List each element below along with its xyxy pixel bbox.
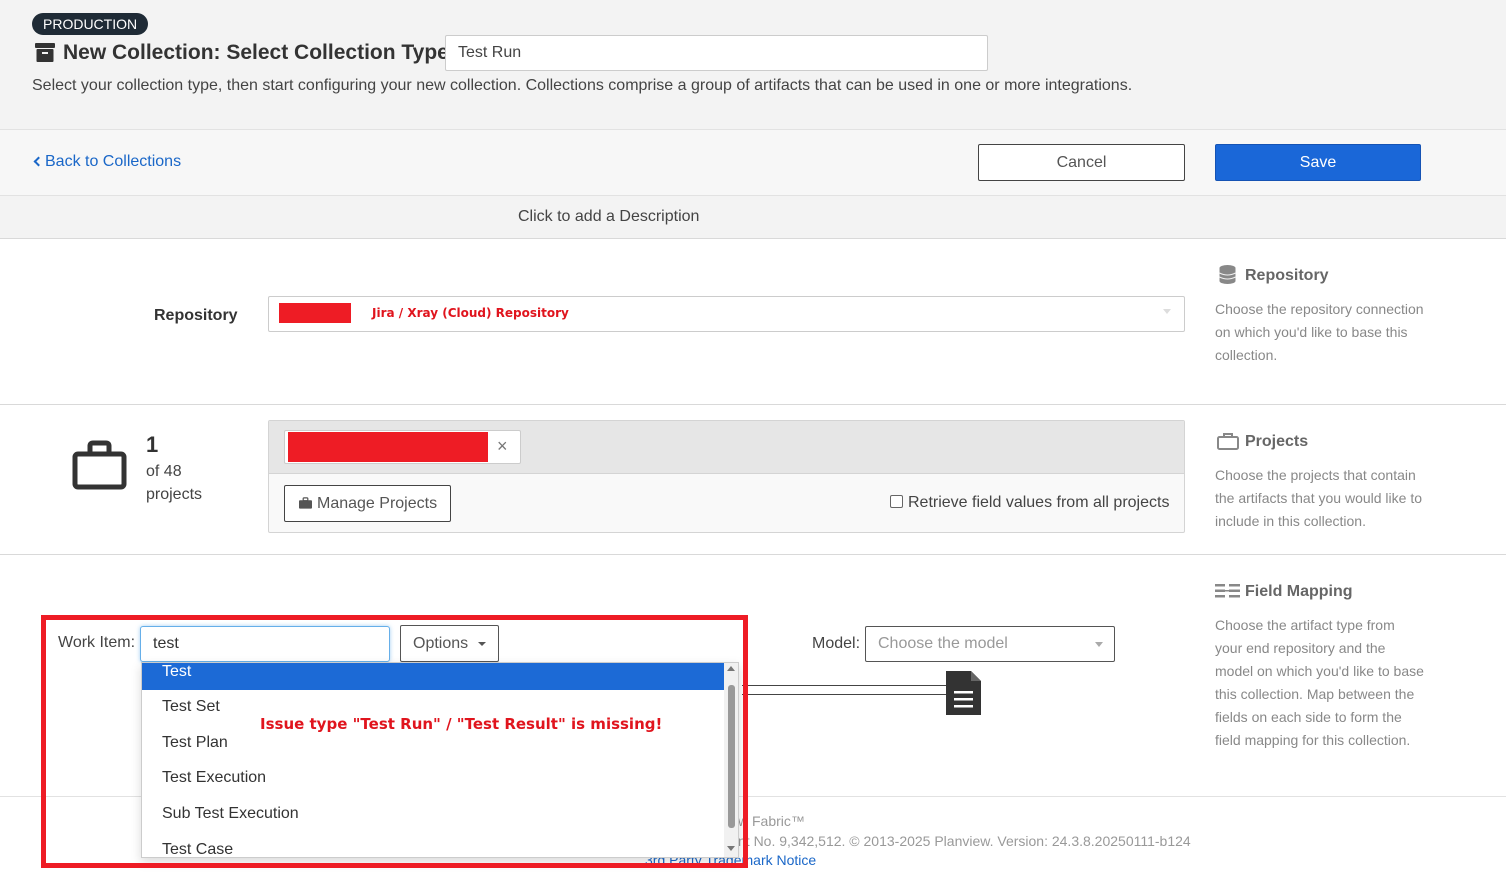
page-title: New Collection: Select Collection Type: [63, 41, 449, 64]
section-divider: [0, 404, 1506, 405]
retrieve-all-projects-checkbox[interactable]: [890, 495, 903, 508]
remove-project-icon[interactable]: ×: [497, 436, 508, 456]
redaction-block: [288, 432, 488, 462]
back-link-label: Back to Collections: [45, 153, 182, 170]
section-divider: [0, 554, 1506, 555]
manage-projects-button[interactable]: Manage Projects: [284, 485, 451, 522]
page-description: Select your collection type, then start …: [32, 77, 1133, 94]
description-bar[interactable]: [0, 196, 1506, 239]
chevron-down-icon: [1095, 642, 1103, 647]
manage-projects-label: Manage Projects: [317, 495, 438, 512]
briefcase-icon: [1217, 433, 1239, 450]
document-icon: [946, 671, 981, 715]
archive-box-icon: [35, 43, 55, 62]
repository-help-title: Repository: [1245, 267, 1329, 284]
collection-name-input[interactable]: Test Run: [445, 35, 988, 71]
database-icon: [1219, 265, 1236, 284]
annotation-note: Issue type "Test Run" / "Test Result" is…: [260, 715, 663, 733]
cancel-button[interactable]: Cancel: [978, 144, 1185, 181]
mapping-connector-line: [742, 694, 947, 695]
projects-help-title: Projects: [1245, 433, 1309, 450]
chevron-left-icon: [33, 156, 44, 167]
save-button[interactable]: Save: [1215, 144, 1421, 181]
briefcase-icon: [72, 440, 127, 490]
repository-selected-value: Jira / Xray (Cloud) Repository: [372, 306, 569, 320]
projects-help-text: Choose the projects that contain the art…: [1215, 467, 1422, 529]
chevron-down-icon: [1163, 309, 1171, 314]
field-mapping-icon: [1215, 584, 1240, 598]
redaction-block: [279, 303, 351, 323]
model-select[interactable]: Choose the model: [865, 626, 1115, 662]
footer-product-name: w Fabric™: [738, 813, 805, 829]
model-label: Model:: [812, 635, 861, 652]
project-count: 1: [146, 432, 159, 457]
project-unit-label: projects: [146, 486, 203, 503]
annotation-highlight-box: [41, 615, 748, 868]
footer-copyright: nt No. 9,342,512. © 2013-2025 Planview. …: [738, 833, 1191, 849]
add-description-placeholder[interactable]: Click to add a Description: [518, 207, 699, 227]
field-mapping-help-text: Choose the artifact type from your end r…: [1215, 617, 1424, 748]
back-to-collections-link[interactable]: Back to Collections: [33, 152, 182, 172]
project-total: of 48: [146, 463, 182, 480]
field-mapping-help-title: Field Mapping: [1245, 583, 1353, 600]
retrieve-all-projects-label[interactable]: Retrieve field values from all projects: [908, 493, 1169, 513]
repository-help-text: Choose the repository connection on whic…: [1215, 301, 1424, 363]
briefcase-icon: [299, 497, 312, 509]
environment-badge: PRODUCTION: [32, 13, 149, 35]
mapping-connector-line: [742, 685, 947, 686]
repository-label: Repository: [154, 307, 238, 324]
